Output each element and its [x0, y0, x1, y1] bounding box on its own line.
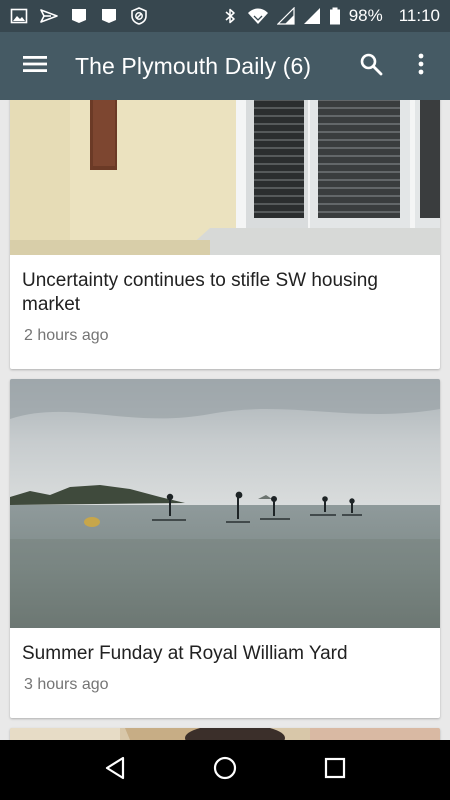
article-image: [10, 100, 440, 255]
menu-button[interactable]: [0, 32, 70, 100]
back-icon: [104, 756, 126, 785]
status-notifications: [10, 7, 148, 25]
app-bar: The Plymouth Daily (6): [0, 32, 450, 100]
recents-icon: [324, 757, 346, 784]
article-image: [10, 728, 440, 740]
status-system: 98% 11:10: [221, 6, 440, 26]
article-time: 3 hours ago: [24, 676, 109, 693]
status-bar: 98% 11:10: [0, 0, 450, 32]
home-icon: [213, 756, 237, 785]
article-image: [10, 379, 440, 628]
article-list[interactable]: Uncertainty continues to stifle SW housi…: [0, 100, 450, 740]
recents-button[interactable]: [310, 745, 360, 795]
more-vert-icon: [417, 52, 425, 81]
back-button[interactable]: [90, 745, 140, 795]
article-time: 2 hours ago: [24, 327, 109, 344]
navigation-bar: [0, 740, 450, 800]
overflow-menu-button[interactable]: [396, 32, 446, 100]
notification-icon: [100, 7, 118, 25]
search-button[interactable]: [346, 32, 396, 100]
signal-icon: [303, 7, 321, 25]
article-headline: Summer Funday at Royal William Yard: [22, 643, 348, 664]
clock: 11:10: [398, 6, 440, 25]
article-card[interactable]: Uncertainty continues to stifle SW housi…: [10, 100, 440, 369]
menu-icon: [22, 54, 48, 79]
app-title: The Plymouth Daily (6): [75, 52, 312, 79]
bluetooth-icon: [221, 7, 239, 25]
wifi-icon: [247, 7, 269, 25]
send-icon: [40, 7, 58, 25]
notification-icon: [70, 7, 88, 25]
battery-icon: [329, 7, 341, 25]
article-card[interactable]: [10, 728, 440, 740]
article-card[interactable]: Summer Funday at Royal William Yard 3 ho…: [10, 379, 440, 718]
battery-percent: 98%: [348, 6, 383, 25]
search-icon: [359, 52, 383, 81]
article-headline: Uncertainty continues to stifle SW housi…: [22, 270, 378, 315]
signal-icon: [276, 7, 295, 25]
data-saver-icon: [130, 7, 148, 25]
image-icon: [10, 7, 28, 25]
home-button[interactable]: [200, 745, 250, 795]
